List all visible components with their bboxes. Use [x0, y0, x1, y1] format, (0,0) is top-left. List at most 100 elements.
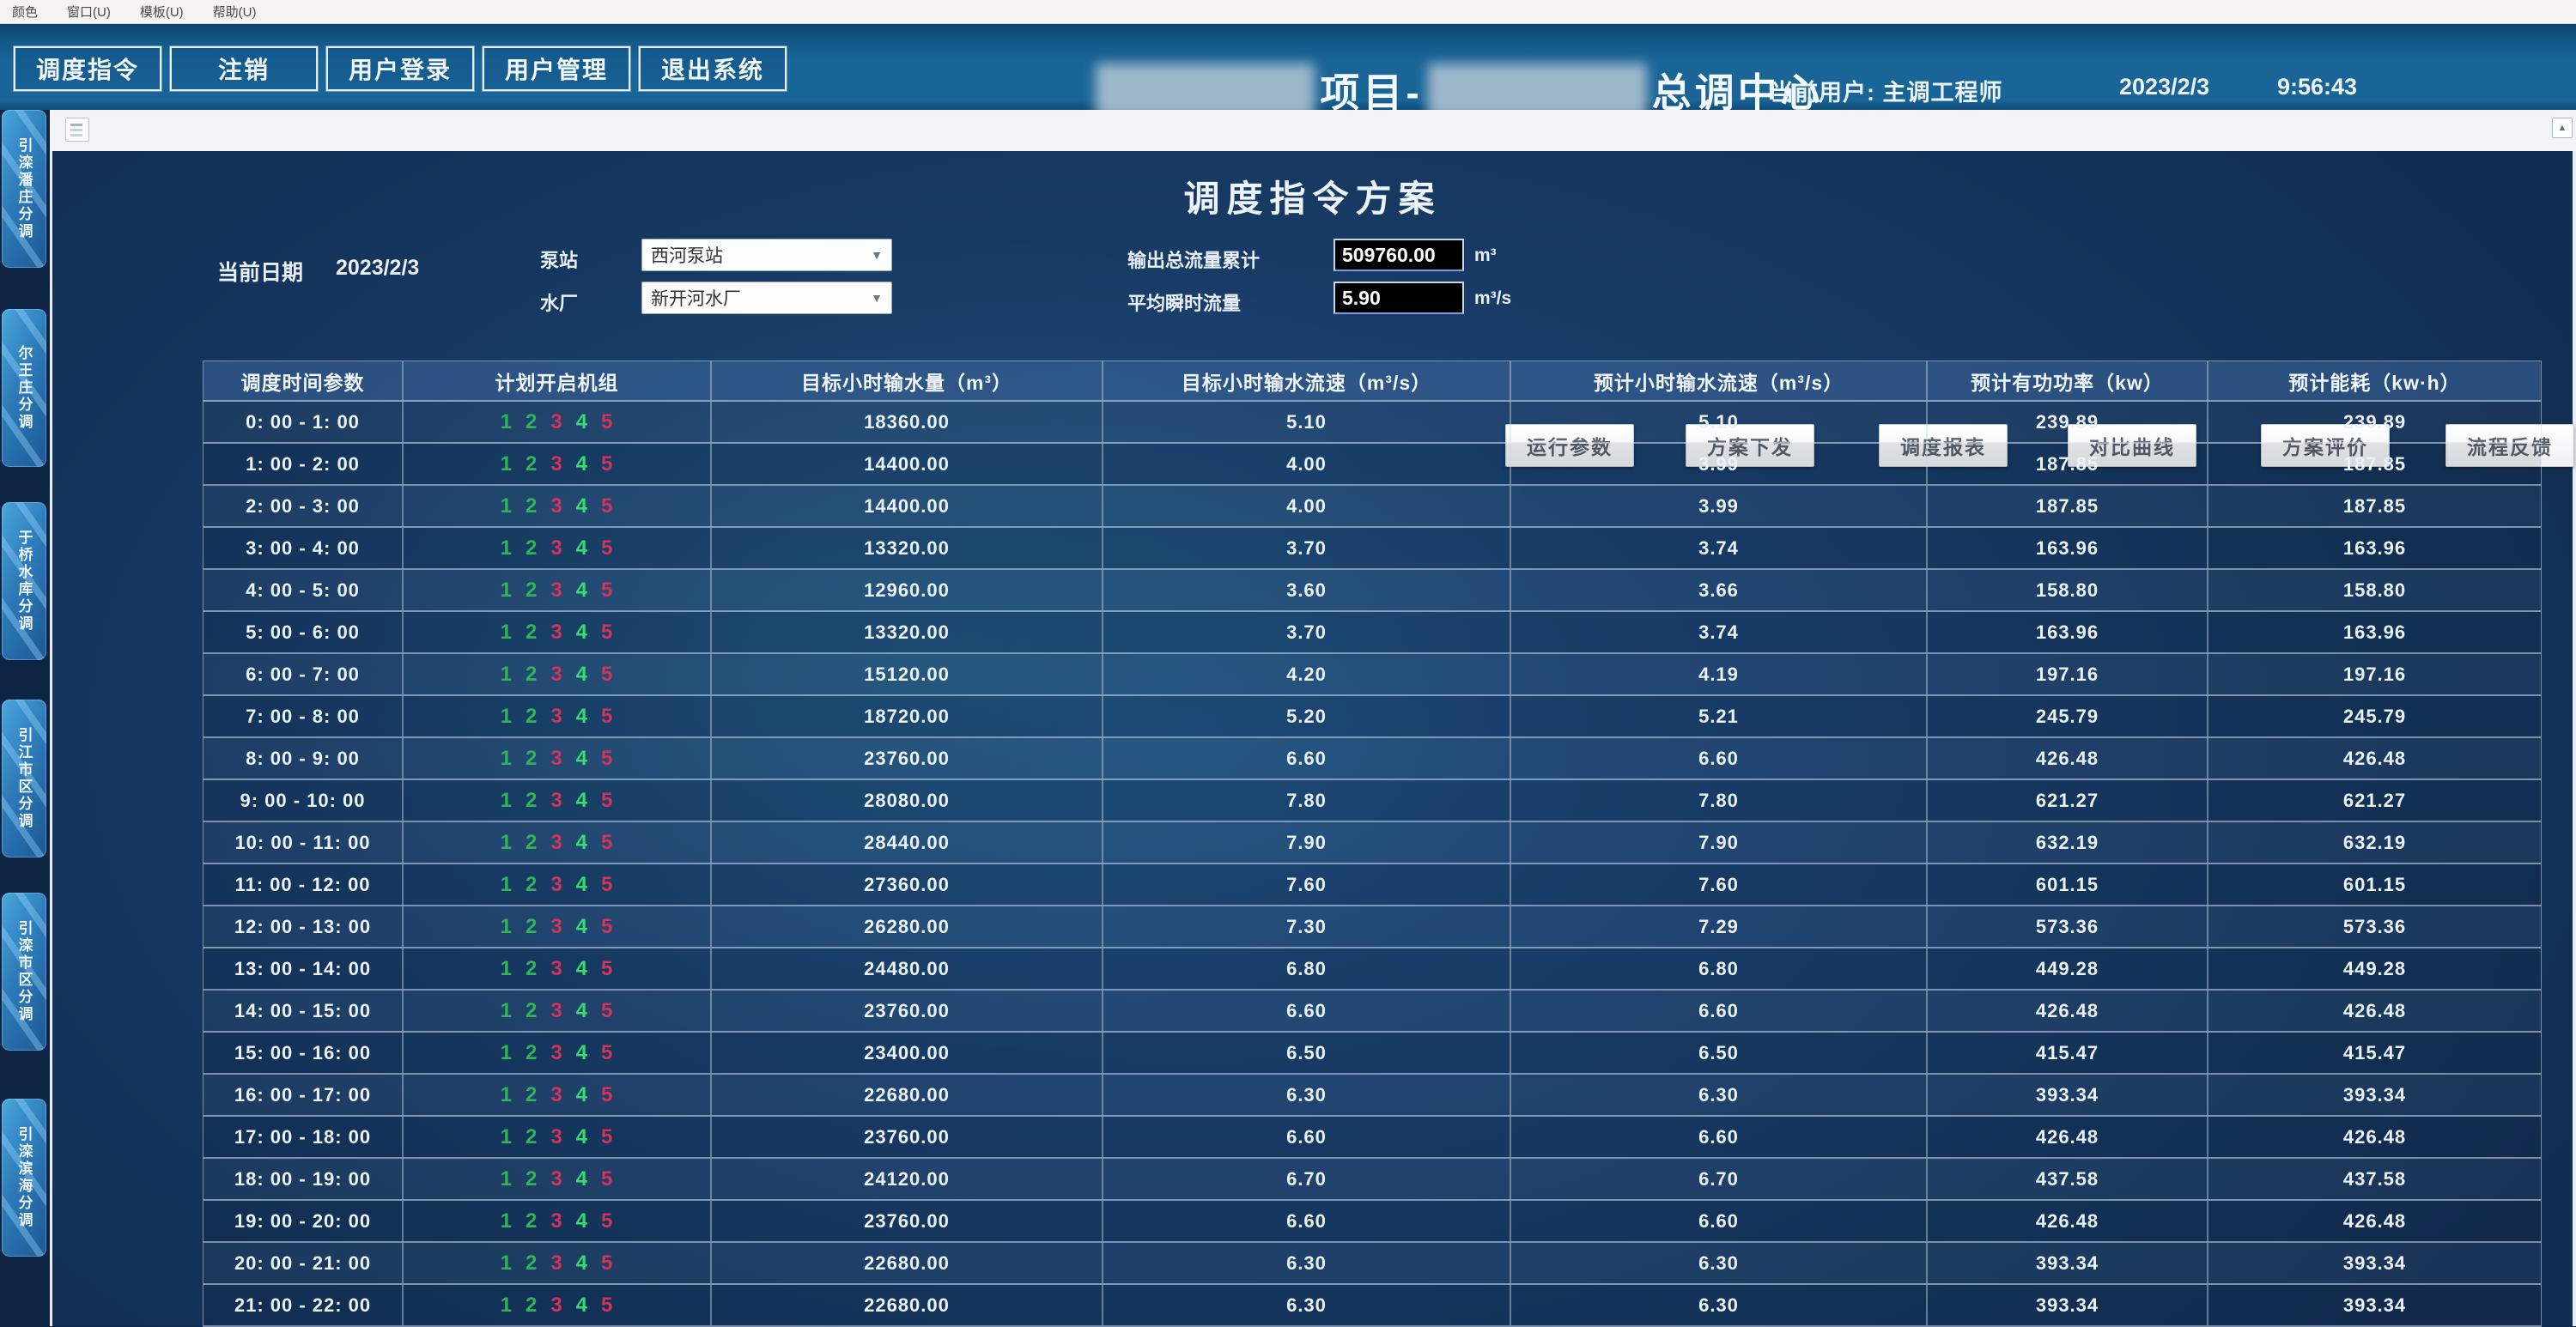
table-cell: 3.99 — [1511, 486, 1928, 526]
table-row[interactable]: 11: 00 - 12: 001234527360.007.607.60601.… — [204, 864, 2541, 906]
nav-button-5[interactable]: 退出系统 — [639, 46, 787, 91]
unit-digit: 1 — [501, 663, 513, 687]
table-cell: 18360.00 — [712, 402, 1103, 442]
sidebar-tab-1[interactable]: 引滦潘庄分调 — [2, 110, 46, 268]
table-cell: 23760.00 — [712, 738, 1103, 779]
unit-digit: 2 — [526, 873, 538, 897]
table-cell: 187.85 — [2208, 486, 2541, 526]
chevron-down-icon: ▼ — [871, 248, 883, 262]
unit-digit: 3 — [550, 663, 562, 687]
unit-digit: 5 — [601, 873, 613, 897]
pump-station-select[interactable]: 西河泵站 ▼ — [641, 239, 892, 271]
table-row[interactable]: 5: 00 - 6: 001234513320.003.703.74163.96… — [204, 612, 2541, 654]
current-date-label: 当前日期 — [217, 256, 303, 287]
table-cell: 6.30 — [1511, 1075, 1928, 1115]
table-cell: 6.50 — [1103, 1033, 1511, 1073]
unit-digit: 1 — [501, 957, 513, 981]
table-cell: 7.30 — [1103, 906, 1511, 947]
table-row[interactable]: 3: 00 - 4: 001234513320.003.703.74163.96… — [204, 528, 2541, 570]
table-cell: 26280.00 — [712, 906, 1103, 947]
sidebar-tab-5[interactable]: 引滦市区分调 — [2, 893, 46, 1051]
table-row[interactable]: 15: 00 - 16: 001234523400.006.506.50415.… — [204, 1033, 2541, 1075]
table-cell: 449.28 — [1928, 948, 2208, 989]
child-window-icon[interactable] — [65, 118, 89, 142]
table-row[interactable]: 9: 00 - 10: 001234528080.007.807.80621.2… — [204, 780, 2541, 822]
sidebar-tab-6[interactable]: 引滦滨海分调 — [2, 1099, 46, 1257]
table-cell: 7.60 — [1511, 864, 1928, 905]
table-row[interactable]: 17: 00 - 18: 001234523760.006.606.60426.… — [204, 1117, 2541, 1159]
table-row[interactable]: 10: 00 - 11: 001234528440.007.907.90632.… — [204, 822, 2541, 864]
unit-digit: 1 — [501, 494, 513, 518]
table-row[interactable]: 7: 00 - 8: 001234518720.005.205.21245.79… — [204, 696, 2541, 738]
unit-digit: 2 — [526, 747, 538, 771]
unit-status-cell: 12345 — [404, 991, 712, 1031]
table-row[interactable]: 19: 00 - 20: 001234523760.006.606.60426.… — [204, 1201, 2541, 1243]
table-row[interactable]: 21: 00 - 22: 001234522680.006.306.30393.… — [204, 1285, 2541, 1327]
unit-digit: 5 — [601, 915, 613, 939]
table-cell: 5.21 — [1511, 696, 1928, 736]
unit-digit: 1 — [501, 1167, 513, 1191]
unit-digit: 1 — [501, 410, 513, 434]
total-flow-input[interactable]: 509760.00 — [1334, 239, 1464, 271]
menu-item-2[interactable]: 窗口(U) — [67, 3, 111, 21]
table-cell: 4.20 — [1103, 654, 1511, 694]
table-row[interactable]: 18: 00 - 19: 001234524120.006.706.70437.… — [204, 1159, 2541, 1201]
scroll-up-button[interactable]: ▲ — [2552, 118, 2573, 138]
sidebar-tab-4[interactable]: 引江市区分调 — [2, 700, 46, 857]
table-cell: 239.89 — [1928, 402, 2208, 442]
table-cell: 23760.00 — [712, 1201, 1103, 1241]
table-row[interactable]: 6: 00 - 7: 001234515120.004.204.19197.16… — [204, 654, 2541, 696]
nav-button-2[interactable]: 注销 — [170, 46, 318, 91]
table-row[interactable]: 16: 00 - 17: 001234522680.006.306.30393.… — [204, 1075, 2541, 1117]
table-cell: 621.27 — [1928, 780, 2208, 821]
table-row[interactable]: 2: 00 - 3: 001234514400.004.003.99187.85… — [204, 486, 2541, 528]
table-row[interactable]: 12: 00 - 13: 001234526280.007.307.29573.… — [204, 906, 2541, 948]
nav-button-4[interactable]: 用户管理 — [483, 46, 630, 91]
unit-digit: 5 — [601, 663, 613, 687]
avg-flow-input[interactable]: 5.90 — [1334, 282, 1464, 314]
table-cell: 1: 00 - 2: 00 — [204, 444, 404, 484]
table-row[interactable]: 13: 00 - 14: 001234524480.006.806.80449.… — [204, 948, 2541, 991]
table-cell: 4: 00 - 5: 00 — [204, 570, 404, 610]
sidebar-tab-3[interactable]: 于桥水库分调 — [2, 502, 46, 660]
menu-item-3[interactable]: 模板(U) — [140, 3, 184, 21]
unit-digit: 4 — [576, 831, 588, 855]
unit-digit: 2 — [526, 1294, 538, 1318]
table-row[interactable]: 4: 00 - 5: 001234512960.003.603.66158.80… — [204, 570, 2541, 612]
redacted-block-2 — [1428, 64, 1647, 117]
unit-digit: 5 — [601, 1041, 613, 1065]
unit-digit: 5 — [601, 1125, 613, 1149]
table-cell: 415.47 — [2208, 1033, 2541, 1073]
unit-digit: 5 — [601, 999, 613, 1023]
table-cell: 14400.00 — [712, 486, 1103, 526]
unit-digit: 5 — [601, 705, 613, 729]
plant-select[interactable]: 新开河水厂 ▼ — [641, 282, 892, 314]
table-cell: 163.96 — [2208, 612, 2541, 652]
nav-button-3[interactable]: 用户登录 — [326, 46, 474, 91]
sidebar: 引滦潘庄分调尔王庄分调于桥水库分调引江市区分调引滦市区分调引滦滨海分调 — [0, 110, 50, 1326]
current-user-label: 当前用户: 主调工程师 — [1771, 74, 2003, 107]
unit-digit: 1 — [501, 452, 513, 476]
table-cell: 239.89 — [2208, 402, 2541, 442]
table-row[interactable]: 20: 00 - 21: 001234522680.006.306.30393.… — [204, 1243, 2541, 1285]
table-row[interactable]: 14: 00 - 15: 001234523760.006.606.60426.… — [204, 991, 2541, 1033]
total-flow-value: 509760.00 — [1342, 244, 1436, 267]
table-cell: 23760.00 — [712, 991, 1103, 1031]
table-row[interactable]: 8: 00 - 9: 001234523760.006.606.60426.48… — [204, 738, 2541, 780]
unit-digit: 3 — [550, 1125, 562, 1149]
table-cell: 13320.00 — [712, 612, 1103, 652]
unit-digit: 5 — [601, 1209, 613, 1233]
table-cell: 13: 00 - 14: 00 — [204, 948, 404, 989]
table-cell: 3: 00 - 4: 00 — [204, 528, 404, 568]
table-cell: 163.96 — [1928, 612, 2208, 652]
unit-digit: 4 — [576, 957, 588, 981]
table-cell: 6.60 — [1511, 991, 1928, 1031]
table-cell: 16: 00 - 17: 00 — [204, 1075, 404, 1115]
menu-item-4[interactable]: 帮助(U) — [213, 3, 257, 21]
menu-item-1[interactable]: 颜色 — [12, 3, 38, 21]
nav-button-1[interactable]: 调度指令 — [14, 46, 161, 91]
table-row[interactable]: 1: 00 - 2: 001234514400.004.003.99187.85… — [204, 444, 2541, 486]
unit-digit: 3 — [550, 410, 562, 434]
sidebar-tab-2[interactable]: 尔王庄分调 — [2, 309, 46, 467]
table-row[interactable]: 0: 00 - 1: 001234518360.005.105.10239.89… — [204, 402, 2541, 444]
